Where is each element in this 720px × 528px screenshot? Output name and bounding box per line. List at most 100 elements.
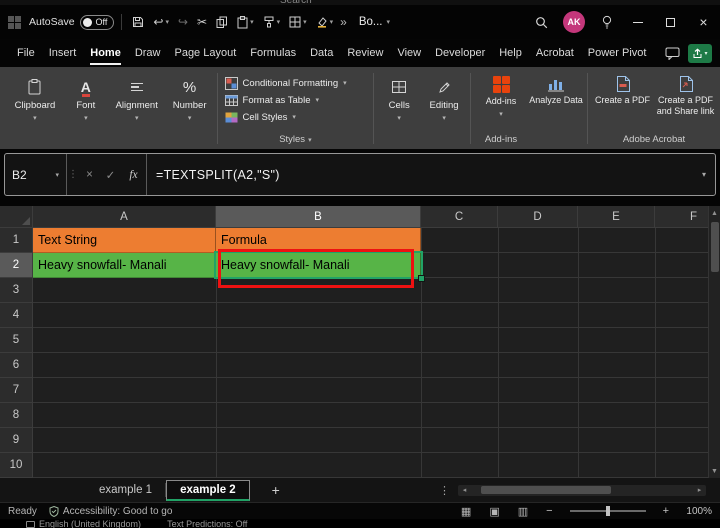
vertical-scroll-thumb[interactable]: [711, 222, 719, 272]
zoom-in-button[interactable]: +: [660, 505, 672, 517]
cell-styles-button[interactable]: Cell Styles ▾: [221, 110, 371, 124]
create-pdf-share-button[interactable]: Create a PDF and Share link: [654, 70, 717, 132]
format-painter-button[interactable]: ▾: [260, 11, 284, 33]
tab-home[interactable]: Home: [83, 39, 128, 67]
tab-developer[interactable]: Developer: [428, 39, 492, 67]
vertical-scrollbar[interactable]: ▲ ▼: [708, 206, 720, 478]
tab-file[interactable]: File: [10, 39, 42, 67]
maximize-button[interactable]: [654, 5, 687, 39]
account-avatar[interactable]: AK: [563, 11, 585, 33]
zoom-slider-thumb[interactable]: [606, 506, 610, 516]
language-status[interactable]: English (United Kingdom): [26, 519, 141, 528]
paste-button[interactable]: ▾: [234, 11, 257, 33]
column-header-C[interactable]: C: [421, 206, 498, 228]
format-as-table-button[interactable]: Format as Table ▾: [221, 93, 371, 107]
horizontal-scroll-track[interactable]: [471, 485, 693, 496]
zoom-level[interactable]: 100%: [684, 506, 712, 517]
search-button[interactable]: [527, 8, 555, 36]
create-pdf-button[interactable]: Create a PDF: [591, 70, 654, 132]
tab-power-pivot[interactable]: Power Pivot: [581, 39, 654, 67]
sheet-tab-example-2[interactable]: example 2: [166, 480, 250, 501]
column-header-A[interactable]: A: [33, 206, 216, 228]
row-header-5[interactable]: 5: [0, 328, 33, 353]
alignment-group-button[interactable]: Alignment ▾: [108, 70, 166, 149]
share-button[interactable]: ▾: [688, 44, 712, 63]
row-header-1[interactable]: 1: [0, 228, 33, 253]
close-button[interactable]: ×: [687, 5, 720, 39]
cut-button[interactable]: ✂: [194, 11, 210, 33]
conditional-formatting-button[interactable]: Conditional Formatting ▾: [221, 76, 371, 90]
horizontal-scrollbar[interactable]: ◂ ▸: [458, 485, 706, 496]
more-commands-icon[interactable]: »: [340, 15, 347, 29]
page-layout-view-button[interactable]: ▣: [486, 505, 502, 518]
column-header-E[interactable]: E: [578, 206, 655, 228]
row-header-6[interactable]: 6: [0, 353, 33, 378]
row-header-2[interactable]: 2: [0, 253, 33, 278]
tab-help[interactable]: Help: [492, 39, 529, 67]
expand-formula-bar-button[interactable]: ▾: [693, 154, 715, 195]
accessibility-status[interactable]: Accessibility: Good to go: [49, 506, 173, 517]
cancel-button[interactable]: ×: [79, 154, 100, 195]
toggle-switch[interactable]: Off: [80, 15, 115, 30]
grid-body[interactable]: Text String Formula Heavy snowfall- Mana…: [33, 228, 708, 478]
horizontal-scroll-thumb[interactable]: [481, 486, 611, 494]
analyze-data-button[interactable]: Analyze Data: [528, 70, 584, 143]
page-break-view-button[interactable]: ▥: [515, 505, 531, 518]
column-header-D[interactable]: D: [498, 206, 578, 228]
new-sheet-button[interactable]: +: [266, 482, 286, 498]
minimize-button[interactable]: [621, 5, 654, 39]
save-button[interactable]: [129, 11, 147, 33]
tab-view[interactable]: View: [390, 39, 428, 67]
select-all-corner[interactable]: [0, 206, 33, 228]
workbook-title[interactable]: Bo... ▾: [359, 16, 390, 28]
scroll-up-arrow[interactable]: ▲: [709, 206, 720, 220]
column-header-B[interactable]: B: [216, 206, 421, 228]
redo-button[interactable]: ↪: [175, 11, 191, 33]
comments-button[interactable]: [665, 47, 680, 60]
tab-acrobat[interactable]: Acrobat: [529, 39, 581, 67]
font-group-button[interactable]: A Font ▾: [64, 70, 108, 149]
clipboard-group-button[interactable]: Clipboard ▾: [6, 70, 64, 149]
row-header-3[interactable]: 3: [0, 278, 33, 303]
name-box-gripper[interactable]: ⋮: [67, 154, 79, 195]
cell-B2[interactable]: Heavy snowfall- Manali: [216, 253, 421, 278]
tab-review[interactable]: Review: [340, 39, 390, 67]
sheet-options-icon[interactable]: ⋮: [439, 484, 450, 497]
tab-data[interactable]: Data: [303, 39, 340, 67]
editing-group-button[interactable]: Editing ▾: [421, 70, 467, 149]
scroll-right-arrow[interactable]: ▸: [693, 486, 706, 494]
cell-A2[interactable]: Heavy snowfall- Manali: [33, 253, 216, 278]
text-predictions-status[interactable]: Text Predictions: Off: [167, 519, 247, 528]
row-header-4[interactable]: 4: [0, 303, 33, 328]
autosave-toggle[interactable]: AutoSave Off: [29, 15, 114, 30]
undo-button[interactable]: ↩▾: [150, 11, 172, 33]
column-header-F[interactable]: F: [655, 206, 708, 228]
zoom-slider[interactable]: [570, 510, 646, 512]
cell-B1[interactable]: Formula: [216, 228, 421, 253]
cell-A1[interactable]: Text String: [33, 228, 216, 253]
formula-input[interactable]: =TEXTSPLIT(A2,"S"): [147, 154, 693, 195]
row-header-7[interactable]: 7: [0, 378, 33, 403]
row-header-9[interactable]: 9: [0, 428, 33, 453]
number-group-button[interactable]: % Number ▾: [166, 70, 214, 149]
normal-view-button[interactable]: ▦: [458, 505, 474, 518]
scroll-left-arrow[interactable]: ◂: [458, 486, 471, 494]
zoom-out-button[interactable]: −: [543, 505, 555, 517]
row-header-10[interactable]: 10: [0, 453, 33, 478]
name-box[interactable]: B2 ▾: [5, 154, 67, 195]
styles-group-label[interactable]: Styles ▾: [221, 132, 371, 149]
row-header-8[interactable]: 8: [0, 403, 33, 428]
ideas-button[interactable]: [593, 8, 621, 36]
borders-button[interactable]: ▾: [286, 11, 310, 33]
cells-group-button[interactable]: Cells ▾: [377, 70, 421, 149]
enter-button[interactable]: ✓: [100, 154, 121, 195]
tab-page-layout[interactable]: Page Layout: [167, 39, 243, 67]
add-ins-button[interactable]: Add-ins ▾: [474, 70, 528, 132]
tab-draw[interactable]: Draw: [128, 39, 168, 67]
fill-handle[interactable]: [418, 275, 425, 282]
scroll-down-arrow[interactable]: ▼: [709, 464, 720, 478]
fill-color-button[interactable]: ▾: [313, 11, 337, 33]
sheet-tab-example-1[interactable]: example 1: [86, 481, 165, 499]
insert-function-button[interactable]: fx: [121, 154, 147, 195]
tab-insert[interactable]: Insert: [42, 39, 84, 67]
